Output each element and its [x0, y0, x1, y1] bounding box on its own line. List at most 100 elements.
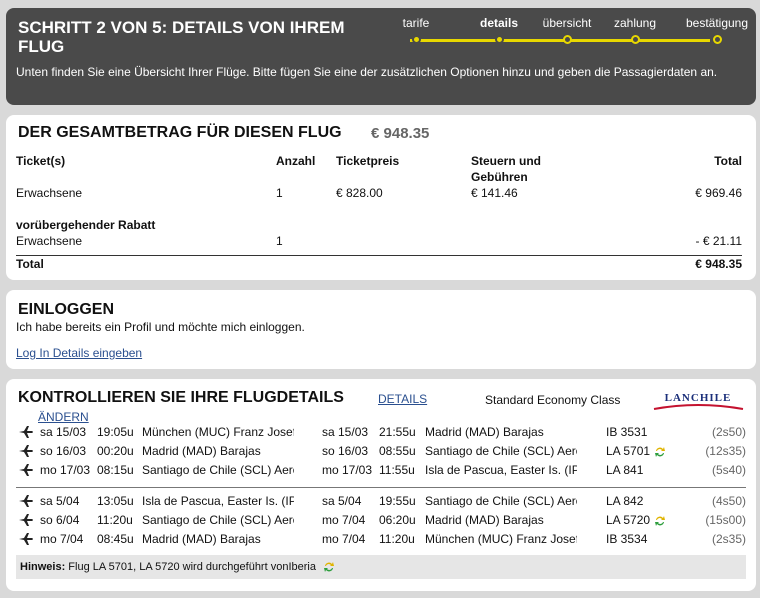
- departure-airport: Madrid (MAD) Barajas: [142, 532, 261, 546]
- row-price: € 828.00: [336, 186, 383, 200]
- flight-duration: (2s35): [711, 532, 746, 546]
- col-header-taxes-2: Gebühren: [471, 170, 528, 184]
- change-flights-link[interactable]: ÄNDERN: [38, 410, 89, 424]
- arrival-date: mo 17/03: [322, 463, 373, 477]
- flight-number-text: IB 3531: [606, 425, 648, 439]
- arrival-time: 11:55u: [379, 463, 415, 477]
- flight-duration: (15s00): [705, 513, 746, 527]
- arrival-airport: Santiago de Chile (SCL) Aeropuerto: [425, 494, 577, 508]
- discount-label: Erwachsene: [16, 234, 83, 248]
- cabin-class: Standard Economy Class: [485, 393, 621, 407]
- departure-date: so 16/03: [40, 444, 87, 458]
- plane-icon: [19, 514, 33, 526]
- progress-steps: tarife details übersicht zahlung bestäti…: [391, 14, 751, 50]
- codeshare-icon: [655, 446, 666, 457]
- departure-time: 19:05u: [97, 425, 134, 439]
- discount-title: vorübergehender Rabatt: [16, 218, 156, 232]
- flight-number: LA 5720: [606, 513, 686, 527]
- row-count: 1: [276, 186, 283, 200]
- note-text: Flug LA 5701, LA 5720 wird durchgeführt …: [68, 561, 316, 573]
- section-title: DER GESAMTBETRAG FÜR DIESEN FLUG: [18, 124, 342, 141]
- flight-duration: (12s35): [705, 444, 746, 458]
- departure-airport: Santiago de Chile (SCL) Aeropuerto: [142, 463, 294, 477]
- flight-details-card: KONTROLLIEREN SIE IHRE FLUGDETAILS DETAI…: [6, 379, 756, 591]
- step-dot: [631, 35, 640, 44]
- col-header-total: Total: [714, 154, 742, 168]
- arrival-date: mo 7/04: [322, 532, 366, 546]
- row-total: € 969.46: [695, 186, 742, 200]
- flight-row: so 16/03 00:20u Madrid (MAD) Barajas so 16/…: [16, 442, 746, 461]
- flight-row: so 6/04 11:20u Santiago de Chile (SCL) Aer…: [16, 511, 746, 530]
- note-label: Hinweis:: [20, 561, 66, 573]
- arrival-time: 11:20u: [379, 532, 415, 546]
- departure-airport: Isla de Pascua, Easter Is. (IPC): [142, 494, 294, 508]
- arrival-date: so 16/03: [322, 444, 369, 458]
- arrival-date: sa 5/04: [322, 494, 362, 508]
- progress-line: [410, 39, 710, 42]
- total-amount: € 948.35: [371, 125, 430, 142]
- col-header-tickets: Ticket(s): [16, 154, 66, 168]
- plane-icon: [19, 426, 33, 438]
- step-zahlung: zahlung: [595, 14, 675, 44]
- arrival-time: 06:20u: [379, 513, 416, 527]
- login-text: Ich habe bereits ein Profil und möchte m…: [16, 320, 305, 334]
- step-dot: [412, 35, 421, 44]
- departure-date: so 6/04: [40, 513, 80, 527]
- departure-time: 13:05u: [97, 494, 134, 508]
- flight-row: sa 15/03 19:05u München (MUC) Franz Josef …: [16, 423, 746, 442]
- flight-number: LA 842: [606, 494, 686, 508]
- flight-duration: (2s50): [711, 425, 746, 439]
- step-dot: [495, 35, 504, 44]
- flight-number-text: IB 3534: [606, 532, 648, 546]
- flight-number: IB 3534: [606, 532, 686, 546]
- arrival-airport: Santiago de Chile (SCL) Aeropuerto: [425, 444, 577, 458]
- codeshare-note: Hinweis: Flug LA 5701, LA 5720 wird durc…: [16, 555, 746, 579]
- lanchile-logo: LANCHILE: [653, 392, 744, 410]
- departure-time: 11:20u: [97, 513, 133, 527]
- flight-duration: (5s40): [711, 463, 746, 477]
- page-title: SCHRITT 2 VON 5: DETAILS VON IHREM FLUG: [18, 18, 345, 56]
- departure-airport: Madrid (MAD) Barajas: [142, 444, 261, 458]
- departure-time: 00:20u: [97, 444, 134, 458]
- plane-icon: [19, 445, 33, 457]
- login-card: EINLOGGEN Ich habe bereits ein Profil un…: [6, 290, 756, 369]
- page-description: Unten finden Sie eine Übersicht Ihrer Fl…: [16, 65, 718, 79]
- price-summary-card: DER GESAMTBETRAG FÜR DIESEN FLUG € 948.3…: [6, 115, 756, 280]
- departure-date: mo 7/04: [40, 532, 84, 546]
- flight-row: mo 7/04 08:45u Madrid (MAD) Barajas mo 7/04…: [16, 530, 746, 549]
- step-label: tarife: [402, 16, 430, 30]
- discount-total: - € 21.11: [695, 234, 742, 248]
- flight-row: mo 17/03 08:15u Santiago de Chile (SCL) Ae…: [16, 461, 746, 480]
- discount-count: 1: [276, 234, 283, 248]
- step-bestaetigung: bestätigung: [677, 14, 757, 44]
- grand-total-label: Total: [16, 257, 44, 271]
- row-taxes: € 141.46: [471, 186, 518, 200]
- step-label: bestätigung: [685, 16, 749, 30]
- arrival-time: 21:55u: [379, 425, 416, 439]
- departure-airport: München (MUC) Franz Josef Strauss: [142, 425, 294, 439]
- step-dot: [563, 35, 572, 44]
- departure-date: mo 17/03: [40, 463, 91, 477]
- arrival-airport: Madrid (MAD) Barajas: [425, 425, 544, 439]
- section-title: KONTROLLIEREN SIE IHRE FLUGDETAILS: [18, 389, 344, 406]
- login-details-link[interactable]: Log In Details eingeben: [16, 346, 142, 360]
- codeshare-icon: [324, 562, 335, 573]
- section-title: EINLOGGEN: [18, 301, 115, 318]
- departure-time: 08:45u: [97, 532, 134, 546]
- departure-time: 08:15u: [97, 463, 134, 477]
- arrival-airport: Madrid (MAD) Barajas: [425, 513, 544, 527]
- flight-number: LA 5701: [606, 444, 686, 458]
- step-dot: [713, 35, 722, 44]
- arrival-time: 08:55u: [379, 444, 416, 458]
- step-label: zahlung: [613, 16, 657, 30]
- details-link[interactable]: DETAILS: [378, 392, 427, 406]
- col-header-price: Ticketpreis: [336, 154, 400, 168]
- total-divider: [16, 255, 742, 256]
- col-header-taxes: Steuern und: [471, 154, 542, 168]
- flight-row: sa 5/04 13:05u Isla de Pascua, Easter Is. …: [16, 492, 746, 511]
- step-tarife[interactable]: tarife: [376, 14, 456, 44]
- codeshare-icon: [655, 515, 666, 526]
- plane-icon: [19, 464, 33, 476]
- plane-icon: [19, 495, 33, 507]
- arrival-time: 19:55u: [379, 494, 416, 508]
